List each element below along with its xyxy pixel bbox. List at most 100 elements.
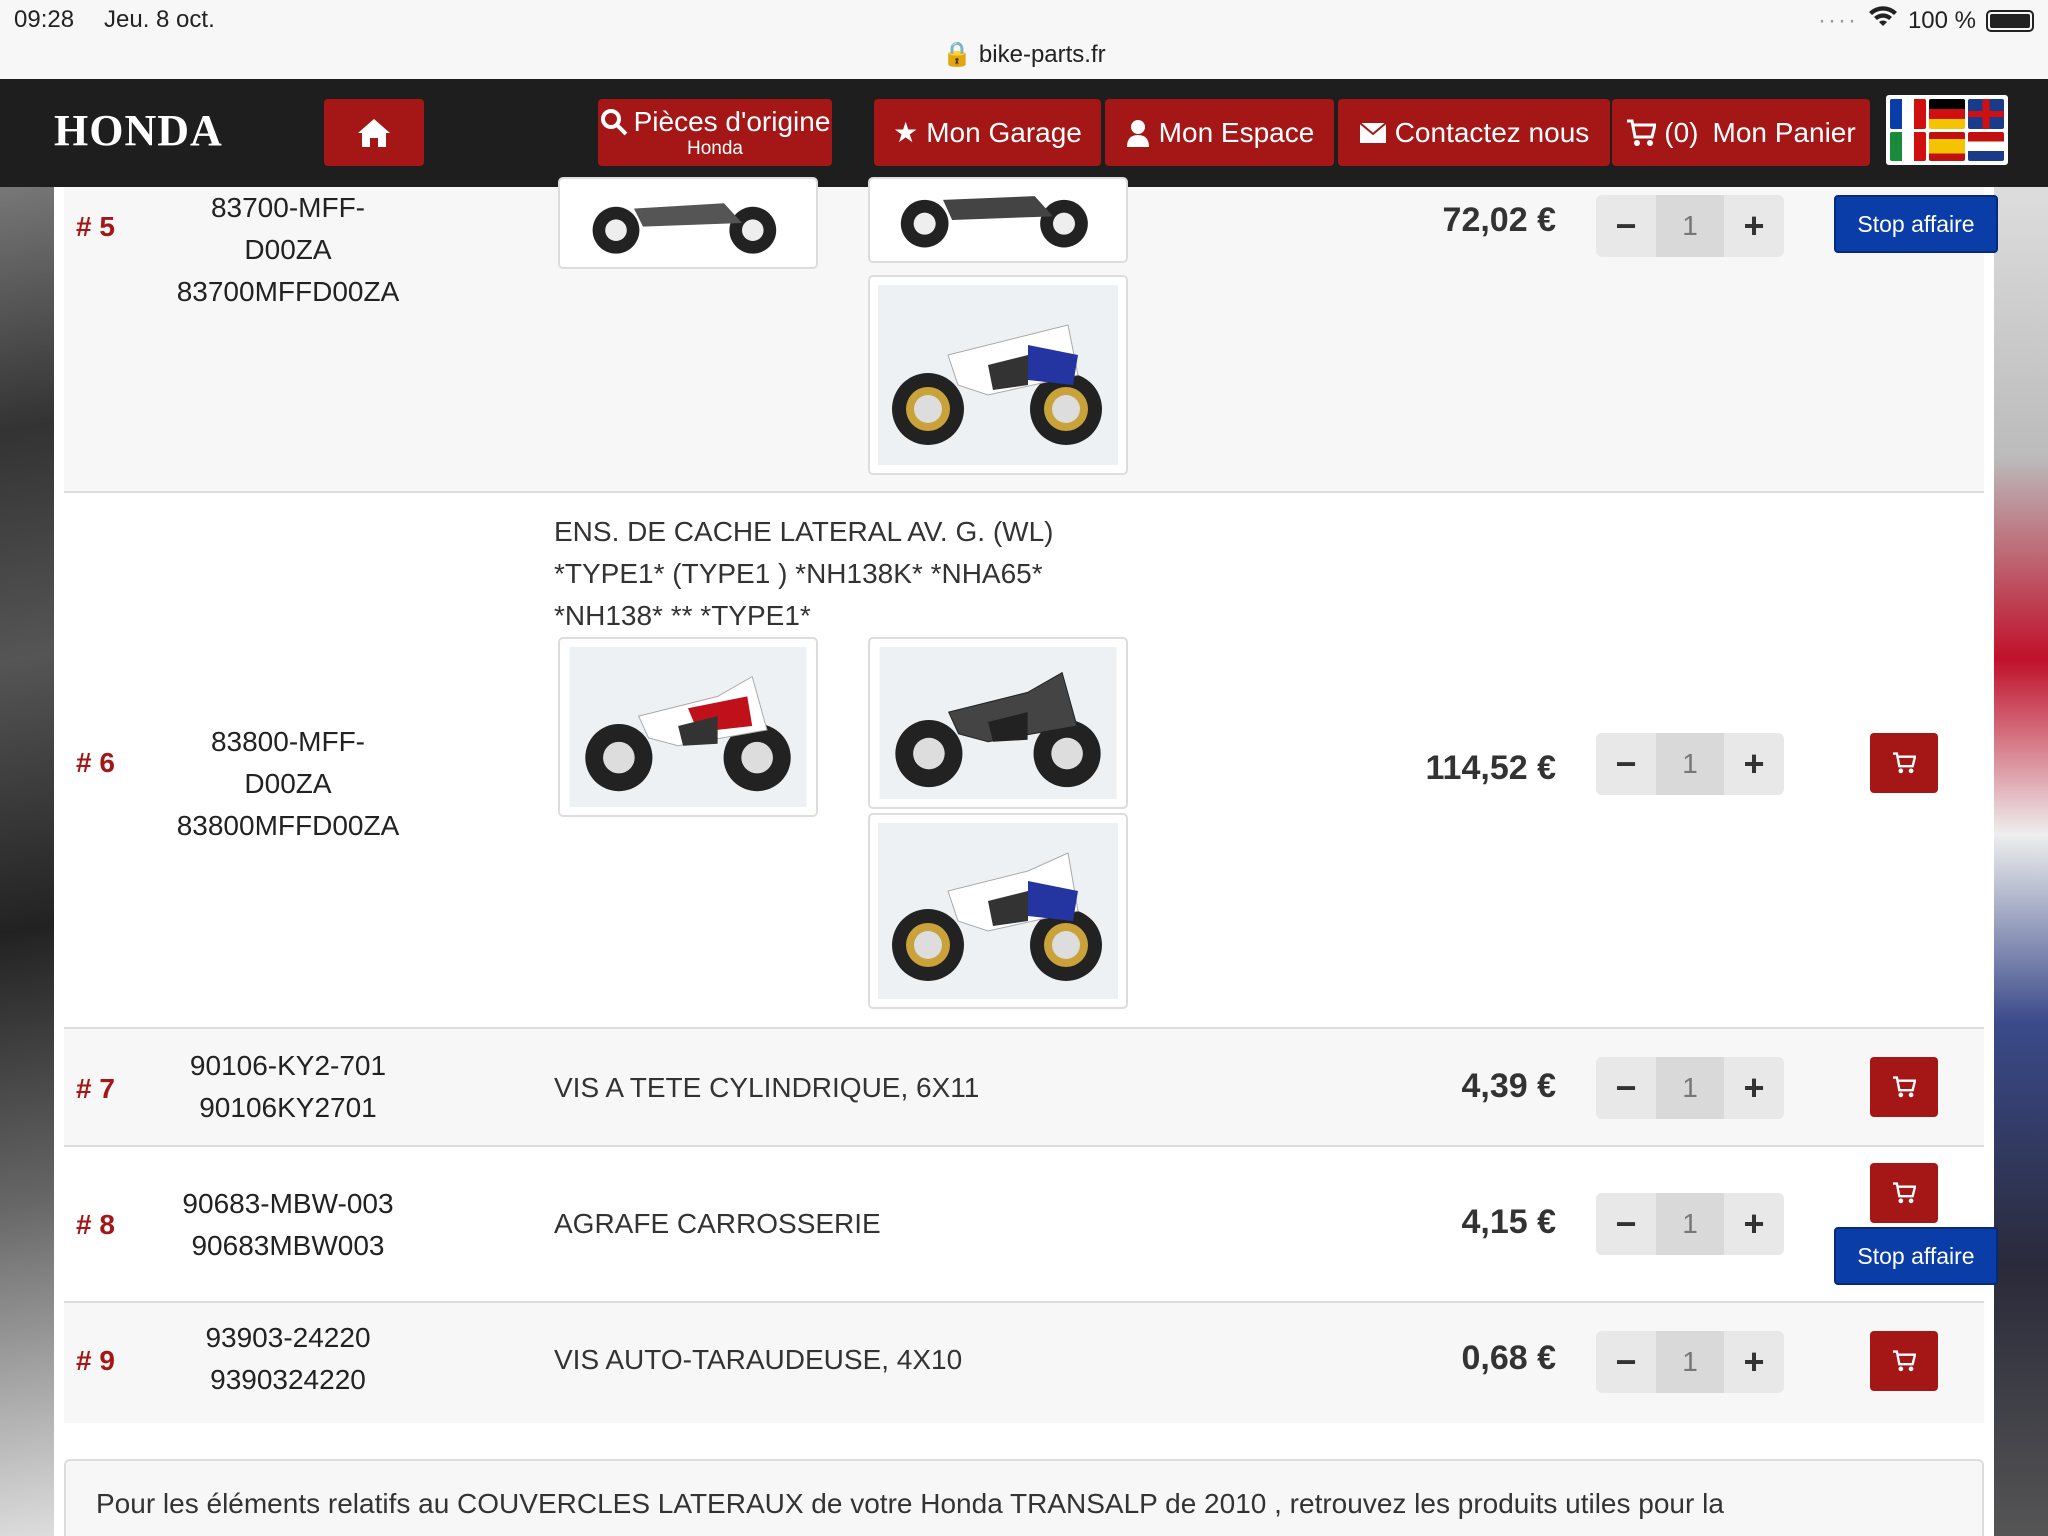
row-number: # 9 — [76, 1345, 115, 1376]
flag-de-icon[interactable] — [1929, 99, 1965, 129]
quantity-stepper[interactable]: − 1 + — [1596, 1057, 1784, 1119]
pieces-sublabel: Honda — [687, 137, 743, 159]
ref-primary: 90106-KY2-701 — [189, 1050, 387, 1081]
language-selector[interactable] — [1886, 95, 2008, 165]
top-navbar: HONDA Pièces d'origine Honda ★ Mon Garag… — [0, 79, 2048, 187]
row-number: # 8 — [76, 1209, 115, 1240]
cart-icon — [1893, 1076, 1916, 1098]
honda-logo[interactable]: HONDA — [54, 105, 223, 156]
decrement-button[interactable]: − — [1596, 733, 1656, 795]
background-image-right — [1994, 187, 2048, 1536]
url-text: bike-parts.fr — [978, 41, 1106, 68]
mon-panier-label: Mon Panier — [1712, 116, 1856, 148]
ref-primary: 93903-24220 — [205, 1322, 371, 1353]
part-description: VIS AUTO-TARAUDEUSE, 4X10 — [554, 1344, 963, 1375]
status-date: Jeu. 8 oct. — [104, 6, 215, 33]
increment-button[interactable]: + — [1724, 1331, 1784, 1393]
part-price: 4,15 € — [1461, 1203, 1556, 1241]
background-image-left — [0, 187, 54, 1536]
add-to-cart-button[interactable] — [1870, 1163, 1938, 1223]
bike-thumbnail[interactable] — [868, 813, 1128, 1009]
part-price: 4,39 € — [1461, 1067, 1556, 1105]
mon-garage-label: Mon Garage — [926, 116, 1082, 148]
home-icon — [358, 118, 390, 147]
parts-list: # 5 83700-MFF-D00ZA 83700MFFD00ZA 72,02 … — [54, 177, 1998, 1536]
search-icon — [600, 108, 628, 135]
increment-button[interactable]: + — [1724, 1193, 1784, 1255]
pieces-label: Pièces d'origine — [633, 105, 831, 137]
dots-icon: ···· — [1817, 6, 1858, 34]
bike-thumbnail[interactable] — [558, 637, 818, 817]
mon-espace-button[interactable]: Mon Espace — [1105, 99, 1334, 166]
cart-icon — [1893, 752, 1916, 774]
flag-uk-icon[interactable] — [1968, 99, 2004, 129]
ref-secondary: 83700MFFD00ZA — [176, 276, 400, 307]
ref-primary: 90683-MBW-003 — [182, 1188, 394, 1219]
mon-espace-label: Mon Espace — [1158, 116, 1315, 148]
quantity-value[interactable]: 1 — [1656, 1193, 1724, 1255]
cart-icon — [1893, 1182, 1916, 1204]
battery-icon — [1986, 9, 2034, 32]
contact-button[interactable]: Contactez nous — [1338, 99, 1610, 166]
add-to-cart-button[interactable] — [1870, 1331, 1938, 1391]
part-description: VIS A TETE CYLINDRIQUE, 6X11 — [554, 1072, 980, 1103]
quantity-value[interactable]: 1 — [1656, 1057, 1724, 1119]
decrement-button[interactable]: − — [1596, 1193, 1656, 1255]
decrement-button[interactable]: − — [1596, 195, 1656, 257]
desc-line: ENS. DE CACHE LATERAL AV. G. (WL) — [554, 516, 1054, 547]
table-row: # 9 93903-24220 9390324220 VIS AUTO-TARA… — [64, 1303, 1984, 1423]
row-number: # 6 — [76, 747, 115, 778]
row-number: # 7 — [76, 1073, 115, 1104]
pieces-origine-button[interactable]: Pièces d'origine Honda — [598, 99, 832, 166]
part-description: ENS. DE CACHE LATERAL AV. G. (WL) *TYPE1… — [554, 511, 1053, 637]
flag-fr-icon[interactable] — [1890, 99, 1926, 129]
cart-count: (0) — [1664, 116, 1699, 148]
address-bar[interactable]: 🔒 bike-parts.fr — [0, 40, 2048, 69]
ref-primary: 83800-MFF-D00ZA — [210, 726, 366, 799]
bike-thumbnail[interactable] — [868, 637, 1128, 809]
mon-panier-button[interactable]: (0) Mon Panier — [1612, 99, 1870, 166]
quantity-value[interactable]: 1 — [1656, 733, 1724, 795]
quantity-stepper[interactable]: − 1 + — [1596, 733, 1784, 795]
quantity-stepper[interactable]: − 1 + — [1596, 1193, 1784, 1255]
battery-percent: 100 % — [1907, 6, 1976, 34]
flag-nl-icon[interactable] — [1968, 131, 2004, 161]
ref-primary: 83700-MFF-D00ZA — [210, 192, 366, 265]
star-icon: ★ — [893, 117, 919, 148]
decrement-button[interactable]: − — [1596, 1331, 1656, 1393]
quantity-stepper[interactable]: − 1 + — [1596, 195, 1784, 257]
stop-affaire-button[interactable]: Stop affaire — [1834, 195, 1998, 253]
decrement-button[interactable]: − — [1596, 1057, 1656, 1119]
wifi-icon — [1868, 6, 1898, 35]
increment-button[interactable]: + — [1724, 733, 1784, 795]
bike-thumbnail[interactable] — [868, 177, 1128, 263]
bike-thumbnail[interactable] — [558, 177, 818, 269]
info-panel: Pour les éléments relatifs au COUVERCLES… — [64, 1459, 1984, 1536]
ref-secondary: 83800MFFD00ZA — [176, 810, 400, 841]
bike-thumbnail[interactable] — [868, 275, 1128, 475]
desc-line: *NH138* ** *TYPE1* — [554, 600, 811, 631]
contact-label: Contactez nous — [1394, 116, 1590, 148]
status-time: 09:28 — [14, 6, 75, 33]
part-reference: 90106-KY2-701 90106KY2701 — [174, 1045, 402, 1129]
quantity-value[interactable]: 1 — [1656, 195, 1724, 257]
part-price: 114,52 € — [1425, 749, 1556, 787]
increment-button[interactable]: + — [1724, 195, 1784, 257]
ref-secondary: 9390324220 — [210, 1364, 366, 1395]
flag-it-icon[interactable] — [1890, 131, 1926, 161]
ref-secondary: 90106KY2701 — [199, 1092, 377, 1123]
table-row: # 6 83800-MFF-D00ZA 83800MFFD00ZA ENS. D… — [64, 493, 1984, 1029]
part-reference: 83700-MFF-D00ZA 83700MFFD00ZA — [174, 187, 402, 313]
flag-es-icon[interactable] — [1929, 131, 1965, 161]
part-description: AGRAFE CARROSSERIE — [554, 1208, 881, 1239]
add-to-cart-button[interactable] — [1870, 1057, 1938, 1117]
part-reference: 83800-MFF-D00ZA 83800MFFD00ZA — [174, 721, 402, 847]
cart-icon — [1627, 119, 1657, 146]
increment-button[interactable]: + — [1724, 1057, 1784, 1119]
add-to-cart-button[interactable] — [1870, 733, 1938, 793]
mon-garage-button[interactable]: ★ Mon Garage — [874, 99, 1101, 166]
stop-affaire-button[interactable]: Stop affaire — [1834, 1227, 1998, 1285]
quantity-value[interactable]: 1 — [1656, 1331, 1724, 1393]
quantity-stepper[interactable]: − 1 + — [1596, 1331, 1784, 1393]
home-button[interactable] — [324, 99, 424, 166]
